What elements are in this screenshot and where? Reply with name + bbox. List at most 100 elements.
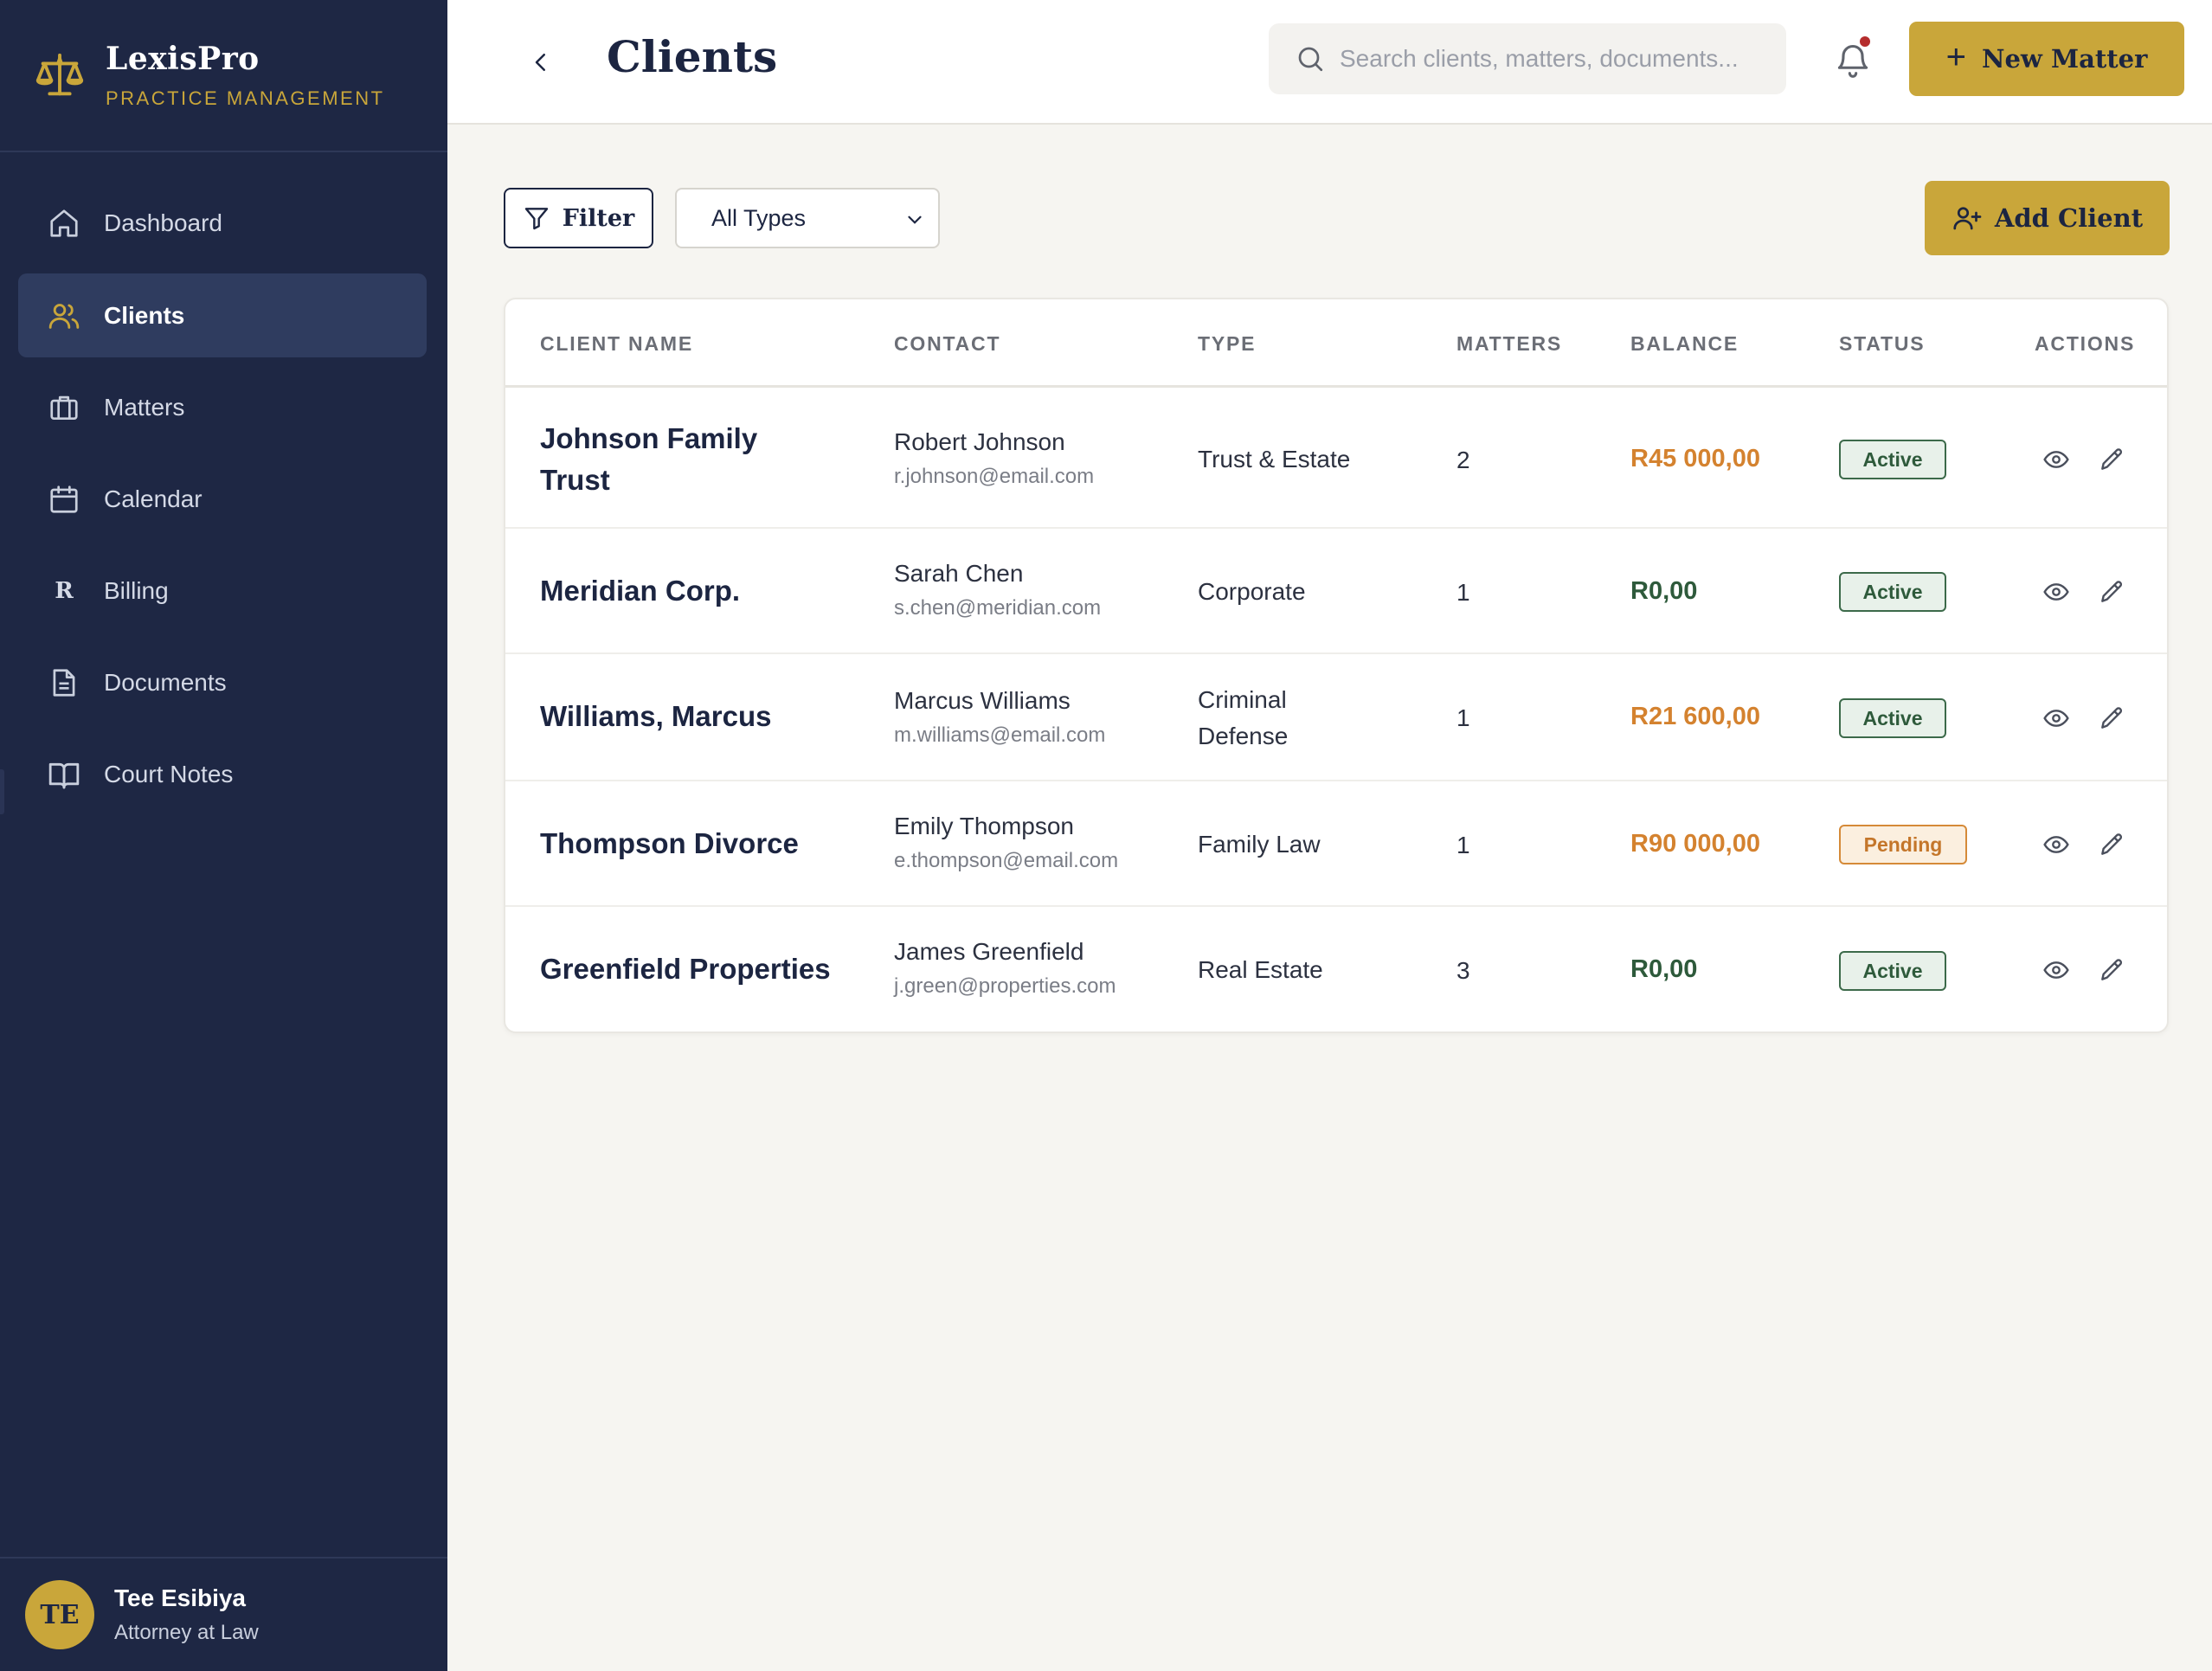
sidebar: LexisPro PRACTICE MANAGEMENT Dashboard C… (0, 0, 447, 1671)
table-row[interactable]: Meridian Corp. Sarah Chen s.chen@meridia… (505, 529, 2167, 654)
brand-name: LexisPro (106, 41, 260, 77)
view-button[interactable] (2039, 827, 2074, 862)
sidebar-item-calendar[interactable]: Calendar (18, 457, 427, 541)
briefcase-icon (47, 390, 81, 425)
balance: R0,00 (1630, 577, 1698, 605)
view-button[interactable] (2039, 953, 2074, 987)
table-row[interactable]: Johnson Family Trust Robert Johnson r.jo… (505, 390, 2167, 529)
type-select-value: All Types (711, 204, 807, 231)
contact-cell: James Greenfield j.green@properties.com (894, 938, 1116, 999)
balance: R21 600,00 (1630, 703, 1760, 730)
column-header-actions: ACTIONS (2035, 332, 2136, 355)
user-name: Tee Esibiya (114, 1584, 247, 1611)
contact-cell: Robert Johnson r.johnson@email.com (894, 428, 1094, 489)
document-icon (47, 665, 81, 700)
eye-icon (2043, 710, 2069, 727)
edit-button[interactable] (2094, 953, 2129, 987)
column-header-matters[interactable]: MATTERS (1456, 332, 1562, 356)
contact-name: James Greenfield (894, 938, 1084, 965)
matters-count: 2 (1456, 447, 1470, 473)
edit-button[interactable] (2094, 442, 2129, 477)
search-input[interactable] (1340, 45, 1772, 73)
calendar-icon (47, 482, 81, 517)
contact-name: Robert Johnson (894, 428, 1065, 455)
view-button[interactable] (2039, 575, 2074, 609)
contact-cell: Sarah Chen s.chen@meridian.com (894, 560, 1101, 620)
sidebar-item-dashboard[interactable]: Dashboard (18, 181, 427, 265)
clients-table: CLIENT NAME CONTACT TYPE MATTERS BALANCE… (504, 298, 2169, 1033)
column-header-type[interactable]: TYPE (1198, 332, 1256, 356)
client-name[interactable]: Meridian Corp. (540, 570, 740, 612)
edit-button[interactable] (2094, 575, 2129, 609)
status-badge: Pending (1839, 825, 1967, 864)
table-row[interactable]: Thompson Divorce Emily Thompson e.thomps… (505, 781, 2167, 907)
view-button[interactable] (2039, 701, 2074, 736)
sidebar-item-label: Calendar (104, 485, 203, 512)
matters-count: 1 (1456, 832, 1470, 858)
client-name[interactable]: Johnson Family Trust (540, 418, 817, 501)
chevron-down-icon (908, 215, 922, 224)
client-name[interactable]: Greenfield Properties (540, 948, 831, 990)
balance: R90 000,00 (1630, 830, 1760, 858)
scales-of-justice-icon (35, 53, 84, 96)
client-name[interactable]: Williams, Marcus (540, 696, 771, 737)
balance: R45 000,00 (1630, 445, 1760, 472)
edit-button[interactable] (2094, 701, 2129, 736)
sidebar-item-label: Billing (104, 576, 169, 604)
back-button[interactable] (519, 41, 563, 84)
sidebar-item-court-notes[interactable]: Court Notes (18, 732, 427, 816)
book-icon (47, 757, 81, 792)
pencil-icon (2101, 707, 2123, 729)
contact-email[interactable]: s.chen@meridian.com (894, 596, 1101, 620)
notification-dot (1858, 35, 1872, 48)
sidebar-item-documents[interactable]: Documents (18, 640, 427, 724)
table-row[interactable]: Greenfield Properties James Greenfield j… (505, 907, 2167, 1032)
contact-email[interactable]: m.williams@email.com (894, 723, 1105, 748)
contact-name: Marcus Williams (894, 687, 1071, 714)
user-role: Attorney at Law (114, 1621, 259, 1644)
plus-icon: + (1945, 37, 1966, 76)
sidebar-item-label: Matters (104, 393, 185, 421)
brand-header: LexisPro PRACTICE MANAGEMENT (0, 0, 447, 152)
users-icon (47, 299, 81, 333)
sidebar-item-billing[interactable]: R Billing (18, 549, 427, 633)
sidebar-item-clients[interactable]: Clients (18, 273, 427, 357)
column-header-contact[interactable]: CONTACT (894, 332, 1000, 356)
top-bar: Clients + New Matter (447, 0, 2212, 125)
client-type: Real Estate (1198, 956, 1323, 983)
client-type-select[interactable]: All Types (675, 188, 940, 248)
user-profile[interactable]: TE Tee Esibiya Attorney at Law (0, 1557, 447, 1671)
contact-cell: Emily Thompson e.thompson@email.com (894, 813, 1118, 873)
contact-email[interactable]: r.johnson@email.com (894, 465, 1094, 489)
view-button[interactable] (2039, 442, 2074, 477)
edit-button[interactable] (2094, 827, 2129, 862)
column-header-balance[interactable]: BALANCE (1630, 332, 1739, 356)
sidebar-item-label: Dashboard (104, 209, 222, 236)
rand-icon: R (55, 577, 74, 604)
add-client-label: Add Client (1994, 203, 2144, 233)
sidebar-collapse-handle[interactable] (0, 769, 4, 814)
pencil-icon (2101, 959, 2123, 980)
add-client-button[interactable]: Add Client (1925, 181, 2170, 255)
client-type: Trust & Estate (1198, 446, 1351, 472)
contact-name: Sarah Chen (894, 560, 1024, 587)
new-matter-button[interactable]: + New Matter (1909, 22, 2184, 96)
client-name[interactable]: Thompson Divorce (540, 823, 799, 864)
brand-subtitle: PRACTICE MANAGEMENT (106, 87, 385, 109)
contact-email[interactable]: e.thompson@email.com (894, 849, 1118, 873)
sidebar-item-matters[interactable]: Matters (18, 365, 427, 449)
contact-email[interactable]: j.green@properties.com (894, 974, 1116, 999)
new-matter-label: New Matter (1981, 44, 2148, 74)
column-header-status[interactable]: STATUS (1839, 332, 1925, 356)
eye-icon (2043, 451, 2069, 468)
matters-count: 1 (1456, 579, 1470, 606)
eye-icon (2043, 961, 2069, 979)
eye-icon (2043, 836, 2069, 853)
column-header-client-name[interactable]: CLIENT NAME (540, 332, 693, 356)
client-type: Family Law (1198, 831, 1321, 858)
table-row[interactable]: Williams, Marcus Marcus Williams m.willi… (505, 654, 2167, 781)
filter-button[interactable]: Filter (504, 188, 653, 248)
search-bar[interactable] (1269, 23, 1786, 94)
notifications-button[interactable] (1829, 35, 1877, 85)
matters-count: 3 (1456, 957, 1470, 984)
